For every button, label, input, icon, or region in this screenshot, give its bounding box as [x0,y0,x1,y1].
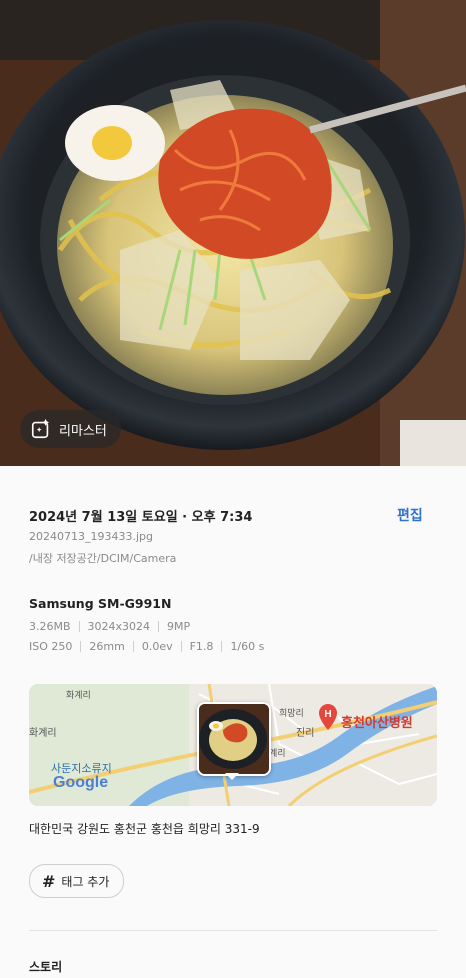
google-logo: Google [53,774,109,791]
file-path: /내장 저장공간/DCIM/Camera [29,552,177,565]
remaster-sparkle-icon [31,418,50,439]
remaster-label: 리마스터 [59,423,107,439]
remaster-button[interactable]: 리마스터 [20,410,121,448]
divider [221,641,223,652]
map-label-hospital: 홍천아산병원 [341,716,413,731]
divider [78,621,80,632]
exposure-value: 0.0ev [141,640,173,653]
map-label-village: 화계리 [29,728,57,739]
file-specs-row: 3.26MB 3024x3024 9MP [29,620,190,633]
location-address: 대한민국 강원도 홍천군 홍천읍 희망리 331-9 [29,822,260,836]
map-label-village: 희망리 [279,709,304,719]
focal-length: 26mm [89,640,125,653]
map-label-village: 화계리 [66,691,91,701]
exposure-specs-row: ISO 250 26mm 0.0ev F1.8 1/60 s [29,640,264,653]
add-tag-label: 태그 추가 [61,874,110,889]
photo-viewer[interactable]: 리마스터 [0,0,466,466]
megapixels: 9MP [167,620,191,633]
edit-datetime-button[interactable]: 편집 [397,505,423,525]
svg-text:H: H [324,709,331,720]
section-divider [29,930,437,931]
shutter-speed: 1/60 s [230,640,265,653]
hashtag-icon: # [42,871,56,891]
add-tag-button[interactable]: # 태그 추가 [29,864,125,898]
iso-value: ISO 250 [29,640,73,653]
details-panel: 2024년 7월 13일 토요일 · 오후 7:34 편집 20240713_1… [0,466,466,978]
divider [158,621,160,632]
aperture: F1.8 [189,640,214,653]
image-resolution: 3024x3024 [87,620,151,633]
map-photo-thumbnail[interactable] [197,702,271,776]
divider [80,641,82,652]
location-map[interactable]: H 홍천아산병원 사둔지소류지 Google 화계리 진리 희망리 화계리 계리 [29,684,437,806]
story-section-title: 스토리 [29,960,63,974]
file-size: 3.26MB [29,620,71,633]
thumbnail-pointer [225,773,239,780]
file-name: 20240713_193433.jpg [29,530,153,543]
photo-datetime: 2024년 7월 13일 토요일 · 오후 7:34 [29,510,253,525]
thumbnail-image [199,704,269,774]
map-label-village: 진리 [296,728,315,739]
map-pin-icon: H [319,704,337,730]
camera-model: Samsung SM-G991N [29,596,172,611]
divider [132,641,134,652]
noodle-photo [0,0,466,466]
divider [180,641,182,652]
map-label-village: 계리 [269,749,286,759]
